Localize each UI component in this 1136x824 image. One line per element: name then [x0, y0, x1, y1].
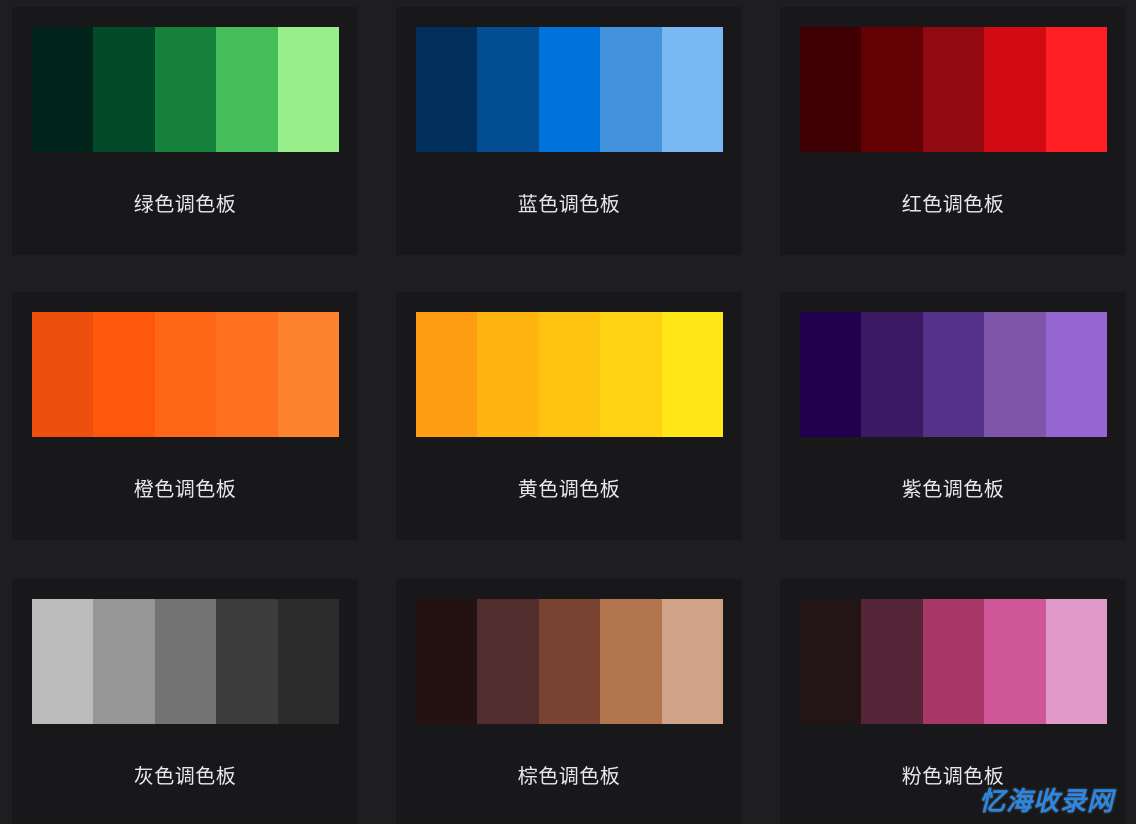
swatch: [538, 599, 601, 724]
swatch: [416, 599, 478, 724]
swatch: [477, 27, 539, 152]
swatch-strip: [800, 312, 1108, 437]
palette-card-gray[interactable]: 灰色调色板: [12, 579, 358, 824]
swatch: [1045, 599, 1108, 724]
swatch: [922, 599, 985, 724]
swatch: [216, 599, 278, 724]
swatch: [984, 312, 1046, 437]
swatch-strip: [32, 599, 340, 724]
swatch: [600, 599, 662, 724]
swatch: [216, 27, 278, 152]
palette-label: 紫色调色板: [901, 477, 1005, 501]
swatch-strip: [32, 312, 340, 437]
swatch: [922, 27, 985, 152]
swatch-strip: [32, 27, 340, 152]
swatch: [277, 27, 340, 152]
swatch: [93, 312, 155, 437]
swatch: [922, 312, 985, 437]
swatch-strip: [800, 27, 1108, 152]
palette-label: 蓝色调色板: [517, 192, 621, 216]
swatch: [154, 599, 217, 724]
swatch: [93, 599, 155, 724]
swatch: [861, 312, 923, 437]
palette-card-green[interactable]: 绿色调色板: [12, 7, 358, 255]
swatch: [477, 599, 539, 724]
palette-grid: 绿色调色板 蓝色调色板 红色调色板 橙色调色板 黄色调色板 紫色调色板 灰色调色…: [0, 0, 1136, 824]
swatch: [538, 312, 601, 437]
palette-label: 灰色调色板: [133, 764, 237, 788]
swatch: [277, 599, 340, 724]
swatch: [154, 27, 217, 152]
palette-card-red[interactable]: 红色调色板: [780, 7, 1126, 255]
swatch: [861, 599, 923, 724]
swatch-strip: [416, 599, 724, 724]
palette-label: 黄色调色板: [517, 477, 621, 501]
palette-card-yellow[interactable]: 黄色调色板: [396, 292, 742, 540]
swatch: [661, 312, 724, 437]
palette-label: 绿色调色板: [133, 192, 237, 216]
swatch: [1045, 312, 1108, 437]
swatch: [800, 599, 862, 724]
swatch: [32, 312, 94, 437]
swatch-strip: [416, 27, 724, 152]
swatch: [984, 599, 1046, 724]
swatch: [32, 27, 94, 152]
swatch: [1045, 27, 1108, 152]
swatch: [154, 312, 217, 437]
swatch: [861, 27, 923, 152]
palette-card-orange[interactable]: 橙色调色板: [12, 292, 358, 540]
swatch: [93, 27, 155, 152]
swatch: [600, 312, 662, 437]
palette-label: 橙色调色板: [133, 477, 237, 501]
swatch: [661, 27, 724, 152]
palette-card-brown[interactable]: 棕色调色板: [396, 579, 742, 824]
swatch: [538, 27, 601, 152]
palette-card-purple[interactable]: 紫色调色板: [780, 292, 1126, 540]
swatch: [32, 599, 94, 724]
palette-card-blue[interactable]: 蓝色调色板: [396, 7, 742, 255]
swatch: [216, 312, 278, 437]
swatch: [984, 27, 1046, 152]
swatch-strip: [416, 312, 724, 437]
swatch-strip: [800, 599, 1108, 724]
swatch: [661, 599, 724, 724]
palette-label: 红色调色板: [901, 192, 1005, 216]
swatch: [277, 312, 340, 437]
swatch: [600, 27, 662, 152]
watermark-logo: 忆海收录网: [978, 787, 1114, 817]
swatch: [477, 312, 539, 437]
palette-label: 棕色调色板: [517, 764, 621, 788]
swatch: [800, 312, 862, 437]
swatch: [416, 27, 478, 152]
swatch: [800, 27, 862, 152]
swatch: [416, 312, 478, 437]
